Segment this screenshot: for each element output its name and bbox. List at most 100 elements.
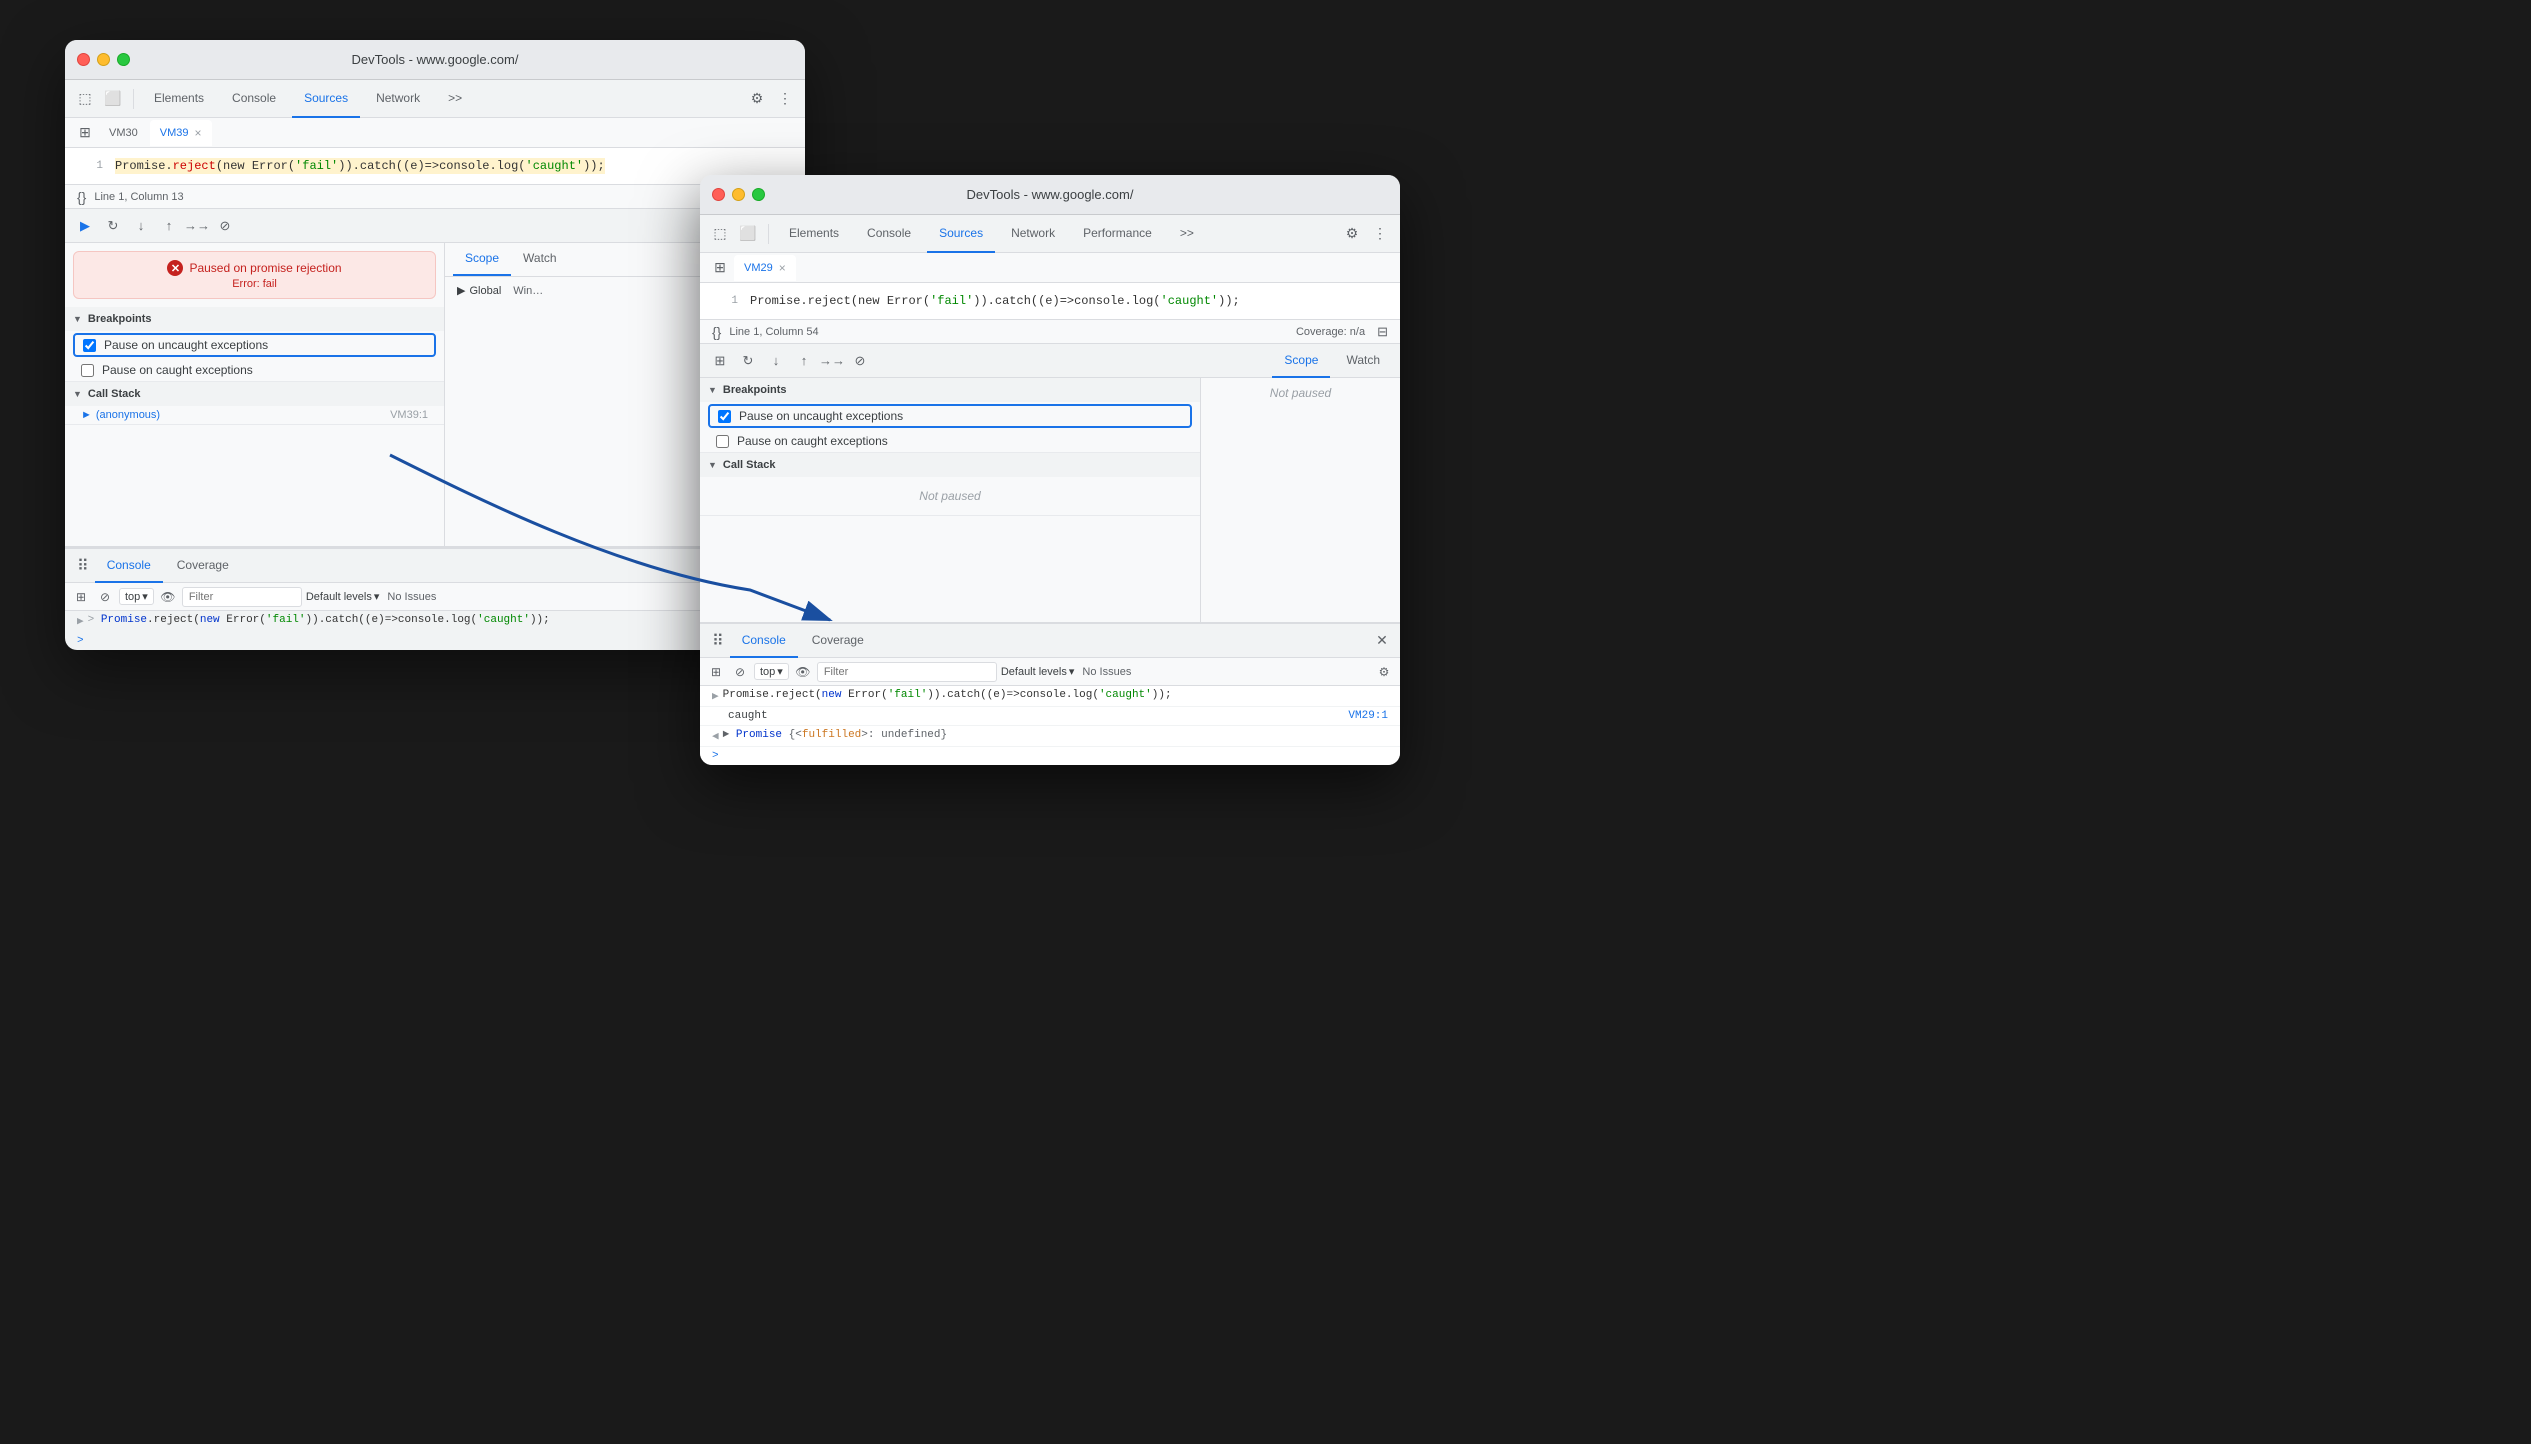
console-prompt-2[interactable]: > <box>700 747 1400 765</box>
breakpoints-header-2[interactable]: ▼ Breakpoints <box>700 378 1200 402</box>
callstack-header-1[interactable]: ▼ Call Stack <box>65 382 444 406</box>
resume-btn-2[interactable]: ↻ <box>736 349 760 373</box>
pause-uncaught-1[interactable]: Pause on uncaught exceptions <box>73 333 436 357</box>
level-select-2[interactable]: Default levels ▾ <box>1001 665 1075 678</box>
pause-uncaught-checkbox-1[interactable] <box>83 339 96 352</box>
top-select-2[interactable]: top ▾ <box>754 663 789 680</box>
settings-icon-console-2[interactable]: ⚙ <box>1374 662 1394 682</box>
minimize-button[interactable] <box>97 53 110 66</box>
status-bar-2: {} Line 1, Column 54 Coverage: n/a ⊟ <box>700 319 1400 344</box>
tab-network-1[interactable]: Network <box>364 80 432 118</box>
step-over-btn-2[interactable]: ↓ <box>764 349 788 373</box>
scope-tab-1[interactable]: Scope <box>453 243 511 276</box>
filter-input-2[interactable] <box>817 662 997 682</box>
callstack-section-1: ▼ Call Stack ► (anonymous) VM39:1 <box>65 382 444 425</box>
file-tab-vm29[interactable]: VM29 × <box>734 255 796 281</box>
close-button-2[interactable] <box>712 188 725 201</box>
layout-btn-2[interactable]: ⊞ <box>708 349 732 373</box>
pause-uncaught-checkbox-2[interactable] <box>718 410 731 423</box>
line-number-1: 1 <box>73 160 103 172</box>
console-tab-console-2[interactable]: Console <box>730 624 798 658</box>
step-over-btn[interactable]: ↻ <box>101 214 125 238</box>
close-console-btn[interactable]: ✕ <box>1372 631 1392 651</box>
callstack-header-2[interactable]: ▼ Call Stack <box>700 453 1200 477</box>
level-select-1[interactable]: Default levels ▾ <box>306 590 380 603</box>
more-icon-2[interactable]: ⋮ <box>1368 222 1392 246</box>
console-entry-location-2b[interactable]: VM29:1 <box>1348 710 1388 722</box>
pause-caught-1[interactable]: Pause on caught exceptions <box>65 359 444 381</box>
console-tab-console-1[interactable]: Console <box>95 549 163 583</box>
console-toolbar-2: ⊞ ⊘ top ▾ 👁 Default levels ▾ No Issues ⚙ <box>700 658 1400 686</box>
format-icon-2[interactable]: {} <box>712 324 721 340</box>
eye-icon-2[interactable]: 👁 <box>793 662 813 682</box>
pause-caught-checkbox-2[interactable] <box>716 435 729 448</box>
expand-icon-2a[interactable]: ▶ <box>712 689 719 703</box>
device-icon[interactable]: ⬜ <box>101 87 125 111</box>
deactivate-btn[interactable]: ⊘ <box>213 214 237 238</box>
tab-console-2[interactable]: Console <box>855 215 923 253</box>
inspect-icon-2[interactable]: ⬚ <box>708 222 732 246</box>
close-file-tab-vm29[interactable]: × <box>779 261 786 275</box>
deactivate-btn-2[interactable]: ⊘ <box>848 349 872 373</box>
step-out-btn[interactable]: ↑ <box>157 214 181 238</box>
step-btn-2[interactable]: →→ <box>820 349 844 373</box>
console-tabs-2: ⠿ Console Coverage ✕ <box>700 624 1400 658</box>
eye-icon-1[interactable]: 👁 <box>158 587 178 607</box>
tab-console-1[interactable]: Console <box>220 80 288 118</box>
file-tab-vm30[interactable]: VM30 <box>99 120 148 146</box>
top-select-1[interactable]: top ▾ <box>119 588 154 605</box>
pause-uncaught-2[interactable]: Pause on uncaught exceptions <box>708 404 1192 428</box>
minimize-button-2[interactable] <box>732 188 745 201</box>
resume-btn[interactable]: ▶ <box>73 214 97 238</box>
console-tab-coverage-1[interactable]: Coverage <box>165 549 241 583</box>
pause-caught-2[interactable]: Pause on caught exceptions <box>700 430 1200 452</box>
scope-tab-2[interactable]: Scope <box>1272 344 1330 378</box>
close-file-tab-vm39[interactable]: × <box>195 126 202 140</box>
console-three-dots[interactable]: ⠿ <box>73 556 93 576</box>
file-tab-vm39[interactable]: VM39 × <box>150 120 212 146</box>
tab-sources-2[interactable]: Sources <box>927 215 995 253</box>
step-into-btn-2[interactable]: ↑ <box>792 349 816 373</box>
tab-more-1[interactable]: >> <box>436 80 474 118</box>
step-into-btn[interactable]: ↓ <box>129 214 153 238</box>
settings-icon-2[interactable]: ⚙ <box>1340 222 1364 246</box>
tab-elements-2[interactable]: Elements <box>777 215 851 253</box>
clear-console-1[interactable]: ⊘ <box>95 587 115 607</box>
watch-tab-2[interactable]: Watch <box>1334 344 1392 378</box>
filter-input-1[interactable] <box>182 587 302 607</box>
maximize-button[interactable] <box>117 53 130 66</box>
device-icon-2[interactable]: ⬜ <box>736 222 760 246</box>
sidebar-toggle-2[interactable]: ⊞ <box>708 256 732 280</box>
tab-performance-2[interactable]: Performance <box>1071 215 1164 253</box>
sidebar-toggle-console-2[interactable]: ⊞ <box>706 662 726 682</box>
separator-1 <box>133 89 134 109</box>
clear-console-2[interactable]: ⊘ <box>730 662 750 682</box>
close-button[interactable] <box>77 53 90 66</box>
expand-icon-1[interactable]: ▶ <box>77 614 84 628</box>
sidebar-toggle-console-1[interactable]: ⊞ <box>71 587 91 607</box>
pause-caught-checkbox-1[interactable] <box>81 364 94 377</box>
format-icon-1[interactable]: {} <box>77 189 86 205</box>
tab-more-2[interactable]: >> <box>1168 215 1206 253</box>
settings-icon-1[interactable]: ⚙ <box>745 87 769 111</box>
watch-tab-1[interactable]: Watch <box>511 243 569 276</box>
console-prompt-1[interactable]: > <box>65 632 805 650</box>
inspect-icon[interactable]: ⬚ <box>73 87 97 111</box>
prompt-sym-2: > <box>712 750 719 762</box>
title-bar-1: DevTools - www.google.com/ <box>65 40 805 80</box>
tab-sources-1[interactable]: Sources <box>292 80 360 118</box>
console-tab-coverage-2[interactable]: Coverage <box>800 624 876 658</box>
step-btn[interactable]: →→ <box>185 214 209 238</box>
console-tabs-1: ⠿ Console Coverage <box>65 549 805 583</box>
title-bar-2: DevTools - www.google.com/ <box>700 175 1400 215</box>
console-three-dots-2[interactable]: ⠿ <box>708 631 728 651</box>
more-icon-1[interactable]: ⋮ <box>773 87 797 111</box>
tab-elements-1[interactable]: Elements <box>142 80 216 118</box>
maximize-button-2[interactable] <box>752 188 765 201</box>
sidebar-toggle-1[interactable]: ⊞ <box>73 121 97 145</box>
traffic-lights-1 <box>77 53 130 66</box>
tab-network-2[interactable]: Network <box>999 215 1067 253</box>
format-icon-right[interactable]: ⊟ <box>1377 324 1388 340</box>
expand-icon-2c[interactable]: ◀ <box>712 729 719 743</box>
breakpoints-header-1[interactable]: ▼ Breakpoints <box>65 307 444 331</box>
